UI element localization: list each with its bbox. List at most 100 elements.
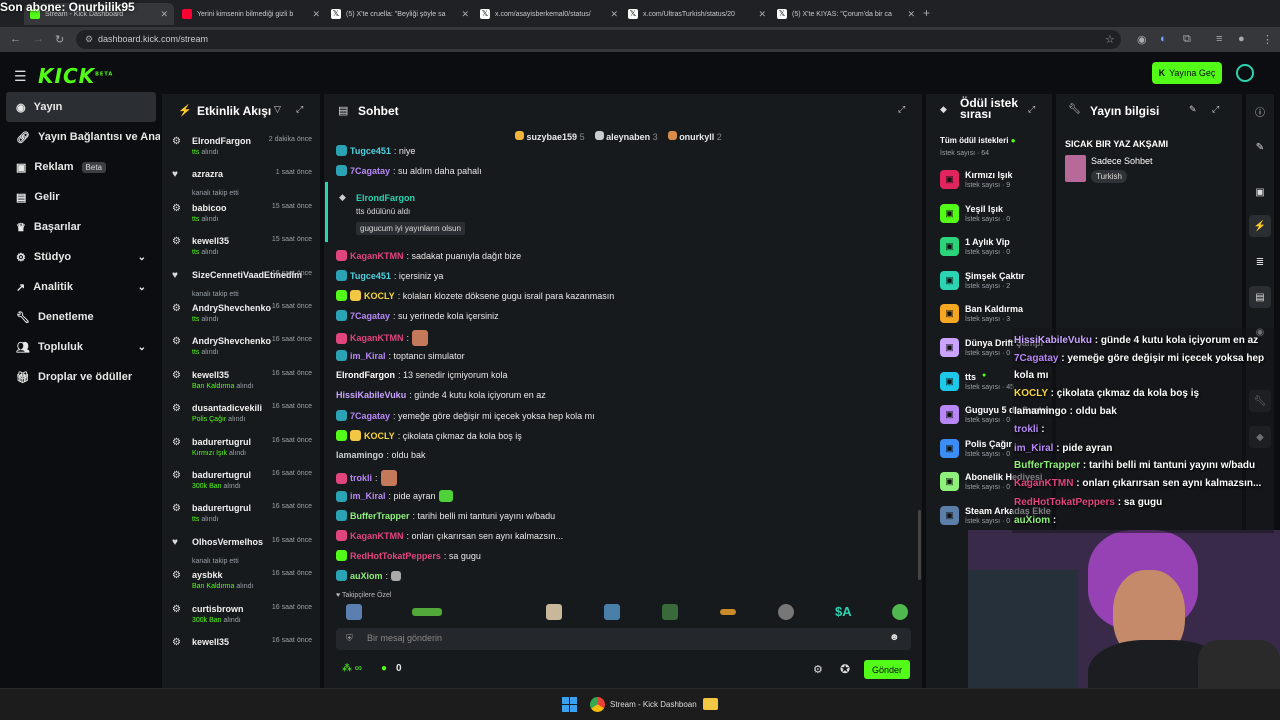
browser-tab[interactable]: Yerini kimsenin bilmediği gizli b ✕ [176,3,326,25]
chat-username[interactable]: KaganKTMN [350,251,404,261]
chat-scrollbar[interactable] [918,510,921,580]
top-gifter[interactable]: onurkyll 2 [667,131,722,142]
extension-icon[interactable]: ≡ [1216,33,1222,45]
activity-item[interactable]: ⚙ ElrondFargon 2 dakika önce tts alındı [172,136,312,169]
activity-user[interactable]: badurertugrul [192,470,251,480]
activity-user[interactable]: badurertugrul [192,437,251,447]
lightning-icon[interactable]: ⚡ [1249,215,1271,237]
sidebar-item-community[interactable]: 👥︎ Topluluk ⌄ [0,332,160,362]
sidebar-item-achievements[interactable]: ♛ Başarılar [0,212,160,242]
chat-username[interactable]: ElrondFargon [336,370,395,380]
sidebar-item-ads[interactable]: ▣ Reklam Beta [0,152,160,182]
bookmark-star-icon[interactable]: ☆ [1105,33,1115,46]
stream-category[interactable]: Sadece Sohbet [1091,156,1153,166]
emote-icon[interactable]: $A [835,604,852,619]
all-requests-item[interactable]: Tüm ödül istekleri ● [940,136,1016,145]
popout-icon[interactable]: ⤢ [898,104,905,115]
activity-user[interactable]: badurertugrul [192,503,251,513]
popout-icon[interactable]: ⤢ [296,104,303,115]
activity-item[interactable]: ⚙ kewell35 15 saat önce tts alındı [172,236,312,269]
video-icon[interactable]: ▣ [1249,181,1271,203]
reload-icon[interactable]: ↻ [55,33,64,46]
chat-username[interactable]: KOCLY [364,291,395,301]
kick-logo[interactable]: KICKBETA [38,64,113,88]
file-explorer-icon[interactable] [703,698,718,710]
close-icon[interactable]: ✕ [461,9,469,20]
activity-user[interactable]: ElrondFargon [192,136,251,146]
chat-username[interactable]: trokli [350,473,372,483]
edit-pencil-icon[interactable]: ✎ [1189,104,1197,115]
activity-user[interactable]: aysbkk [192,570,223,580]
back-icon[interactable]: ← [10,33,21,45]
chat-username[interactable]: HissiKabiIeVuku [336,390,406,400]
top-gifter[interactable]: aleynaben 3 [594,131,658,142]
emote-icon[interactable] [720,609,736,615]
activity-item[interactable]: ⚙ AndryShevchenko 16 saat önce tts alındı [172,336,312,369]
taskbar-app-label[interactable]: Stream - Kick Dashboan [610,700,697,709]
activity-user[interactable]: curtisbrown [192,604,244,614]
activity-item[interactable]: ⚙ kewell35 16 saat önce Ban Kaldırma alındı [172,370,312,403]
activity-user[interactable]: kewell35 [192,370,229,380]
chat-username[interactable]: KaganKTMN [350,333,404,343]
reward-event-user[interactable]: ElrondFargon [356,193,415,203]
emote-icon[interactable] [604,604,620,620]
chat-bubble-icon[interactable]: ▤ [1249,286,1271,308]
activity-item[interactable]: ⚙ kewell35 16 saat önce [172,637,312,670]
chat-input[interactable]: ⛨ Bir mesaj gönderin ☻ [336,628,911,650]
filter-icon[interactable]: ▽ [274,104,281,115]
close-icon[interactable]: ✕ [758,9,766,20]
reward-queue-item[interactable]: ▣ 1 Aylık Vip İstek sayısı · 0 [940,237,1052,267]
new-tab-icon[interactable]: + [923,6,930,20]
emote-icon[interactable] [778,604,794,620]
top-gifter[interactable]: suzybae159 5 [515,131,585,142]
emote-icon[interactable] [892,604,908,620]
list-icon[interactable]: ≣ [1249,251,1271,273]
browser-tab[interactable]: 𝕏 (5) X'te KIYAS: "Çorum'da bir ca ✕ [771,3,921,25]
popout-icon[interactable]: ⤢ [1212,104,1219,115]
channel-points-icon[interactable]: ⁂ ∞ [342,663,362,674]
reward-queue-item[interactable]: ▣ Şimşek Çaktır İstek sayısı · 2 [940,270,1052,301]
activity-user[interactable]: OlhosVermelhos [192,537,263,547]
close-icon[interactable]: ✕ [907,9,915,20]
extension-icon[interactable]: ◉ [1137,33,1147,46]
info-icon[interactable]: ⓘ [1249,100,1271,122]
chat-username[interactable]: KaganKTMN [350,531,404,541]
activity-item[interactable]: ⚙ babicoo 15 saat önce tts alındı [172,203,312,236]
chat-username[interactable]: Tugce451 [350,146,391,156]
chrome-icon[interactable] [590,697,605,712]
chat-username[interactable]: RedHotTokatPeppers [350,551,441,561]
url-input[interactable]: dashboard.kick.com/stream [76,30,1121,49]
chat-settings-gear-icon[interactable]: ⚙ [813,663,823,676]
browser-tab[interactable]: 𝕏x.com/UltrasTurkish/status/20 ✕ [622,3,772,25]
edit-pencil-icon[interactable]: ✎ [1249,136,1271,158]
hamburger-menu-icon[interactable]: ☰ [14,68,27,85]
extensions-puzzle-icon[interactable]: ⧉ [1183,33,1191,46]
chat-username[interactable]: im_Kiral [350,491,386,501]
activity-item[interactable]: ⚙ badurertugrul 16 saat önce Kırmızı Işık a… [172,437,312,470]
emote-icon[interactable] [412,608,442,616]
chat-username[interactable]: Iamamingo [336,450,384,460]
activity-item[interactable]: ⚙ curtisbrown 16 saat önce 300k Ban alındı [172,604,312,637]
browser-tab[interactable]: 𝕏x.com/asayisberkemal0/status/ ✕ [474,3,624,25]
chat-username[interactable]: 7Cagatay [350,311,390,321]
stream-tag[interactable]: Turkish [1091,170,1127,183]
sidebar-item-moderation[interactable]: 🔧︎ Denetleme [0,302,160,332]
activity-item[interactable]: ⚙ aysbkk 16 saat önce Ban Kaldırma alındı [172,570,312,603]
sidebar-item-stream-key[interactable]: 🔗︎ Yayın Bağlantısı ve Anahtar [0,122,160,152]
activity-item[interactable]: ♥ azrazra 1 saat önce kanalı takip etti [172,169,312,202]
activity-user[interactable]: babicoo [192,203,227,213]
popout-icon[interactable]: ⤢ [1028,104,1035,115]
activity-user[interactable]: dusantadicvekili [192,403,262,413]
windows-start-icon[interactable] [562,697,577,712]
activity-item[interactable]: ⚙ badurertugrul 16 saat önce tts alındı [172,503,312,536]
sidebar-item-revenue[interactable]: ▤ Gelir [0,182,160,212]
browser-tab[interactable]: 𝕏 (5) X'te cruella: "Beyliği şöyle sa ✕ [325,3,475,25]
browser-menu-icon[interactable]: ⋮ [1262,33,1273,46]
go-live-button[interactable]: K Yayına Geç [1152,62,1222,84]
site-info-icon[interactable]: ⚙ [85,34,93,45]
close-icon[interactable]: ✕ [610,9,618,20]
bot-icon[interactable]: ✪ [840,662,850,676]
close-icon[interactable]: ✕ [160,9,168,20]
sidebar-item-stream[interactable]: ◉ Yayın [6,92,156,122]
chat-username[interactable]: im_Kiral [350,351,386,361]
